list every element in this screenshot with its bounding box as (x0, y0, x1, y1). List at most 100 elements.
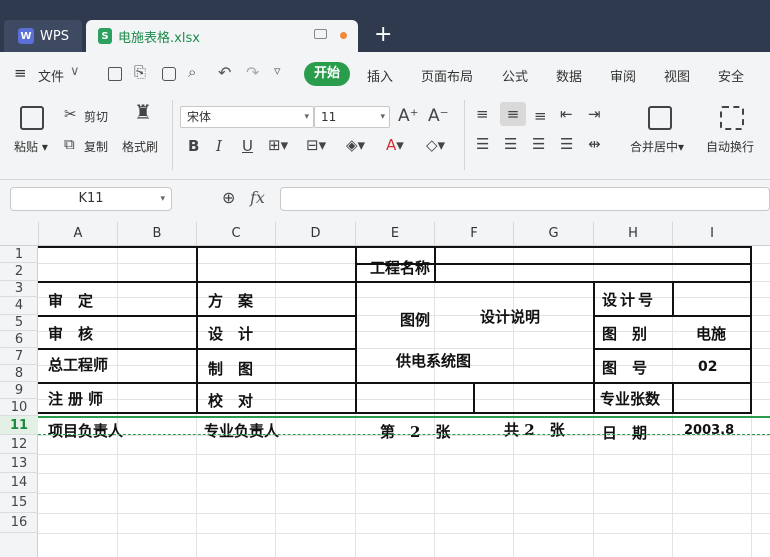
row-header[interactable]: 10 (0, 399, 38, 416)
cut-button[interactable]: 剪切 (84, 108, 108, 125)
clear-format-icon[interactable]: ◇▾ (426, 137, 445, 153)
row-header[interactable]: 13 (0, 454, 38, 473)
decrease-indent-icon[interactable]: ⇤ (560, 106, 573, 122)
column-header[interactable]: C (196, 222, 275, 246)
column-header[interactable]: I (672, 222, 751, 246)
tab-home[interactable]: 开始 (304, 62, 350, 86)
merge-cells-icon[interactable] (648, 106, 672, 130)
font-name-select[interactable]: 宋体 ▾ (180, 106, 314, 128)
row-header[interactable]: 9 (0, 382, 38, 399)
bold-icon[interactable]: B (188, 138, 199, 154)
wrap-text-button[interactable]: 自动换行 (706, 138, 754, 155)
scissors-icon[interactable]: ✂ (64, 106, 77, 122)
format-painter-button[interactable]: 格式刷 (122, 138, 158, 155)
row-header[interactable]: 3 (0, 281, 38, 297)
row-header-selected[interactable]: 11 (0, 416, 38, 435)
font-size-select[interactable]: 11 ▾ (314, 106, 390, 128)
undo-icon[interactable]: ↶ (218, 63, 231, 82)
drawing-number-value: 02 (698, 359, 718, 375)
monitor-icon[interactable] (314, 29, 327, 39)
tab-page-layout[interactable]: 页面布局 (421, 66, 473, 85)
gridline (434, 246, 435, 557)
tab-data[interactable]: 数据 (556, 66, 582, 85)
print-preview-icon[interactable]: ⌕ (188, 63, 196, 81)
chief-engineer-label: 总工程师 (48, 356, 109, 374)
column-header[interactable]: F (434, 222, 513, 246)
paste-button[interactable]: 粘贴 ▾ (14, 138, 48, 155)
tab-view[interactable]: 视图 (664, 66, 690, 85)
ribbon: 粘贴 ▾ ✂ 剪切 ⧉ 复制 ♜ 格式刷 宋体 ▾ 11 ▾ A⁺ A⁻ B I U… (0, 94, 770, 180)
tab-security[interactable]: 安全 (718, 66, 744, 85)
wrap-text-icon[interactable] (720, 106, 744, 130)
row-header[interactable]: 6 (0, 331, 38, 348)
column-header[interactable]: D (275, 222, 355, 246)
row-header[interactable]: 7 (0, 348, 38, 365)
align-bottom-icon[interactable]: ≡ (534, 108, 547, 124)
increase-indent-icon[interactable]: ⇥ (588, 106, 601, 122)
chevron-down-icon[interactable]: ∨ (70, 64, 80, 79)
brush-icon[interactable]: ♜ (134, 102, 152, 122)
row-header[interactable]: 1 (0, 246, 38, 263)
print-icon[interactable] (162, 67, 176, 81)
copy-icon[interactable]: ⧉ (64, 136, 75, 152)
save-icon[interactable] (108, 67, 122, 81)
row-header[interactable]: 12 (0, 435, 38, 454)
file-tab[interactable]: S 电施表格.xlsx (86, 20, 358, 52)
align-center-icon[interactable]: ☰ (504, 136, 517, 152)
border-line (38, 246, 750, 248)
ribbon-divider (172, 100, 173, 170)
align-right-icon[interactable]: ☰ (532, 136, 545, 152)
registered-engineer-label: 注册师 (48, 390, 109, 408)
column-header[interactable]: G (513, 222, 593, 246)
row-header[interactable]: 15 (0, 493, 38, 513)
row-header[interactable]: 4 (0, 297, 38, 315)
increase-font-icon[interactable]: A⁺ (398, 108, 419, 125)
merge-center-button[interactable]: 合并居中▾ (630, 138, 684, 155)
row-header[interactable]: 16 (0, 513, 38, 533)
tab-formulas[interactable]: 公式 (502, 66, 528, 85)
formula-input[interactable] (280, 187, 770, 211)
unsaved-dot-icon (340, 32, 347, 39)
file-menu[interactable]: 文件 (38, 66, 64, 85)
tab-review[interactable]: 审阅 (610, 66, 636, 85)
redo-icon[interactable]: ↷ (246, 63, 259, 82)
customize-toolbar-icon[interactable]: ▿ (274, 64, 281, 79)
gridline (38, 454, 770, 455)
underline-icon[interactable]: U (242, 138, 253, 154)
align-left-icon[interactable]: ☰ (476, 136, 489, 152)
justify-icon[interactable]: ☰ (560, 136, 573, 152)
row-header[interactable]: 2 (0, 263, 38, 281)
row-header[interactable]: 5 (0, 315, 38, 331)
align-top-icon[interactable]: ≡ (476, 106, 489, 122)
cell-grid[interactable]: 工程名称 审 定 审 核 总工程师 注册师 项目负责人 方 案 设 计 制 图 … (38, 246, 770, 557)
align-middle-icon[interactable]: ≡ (500, 102, 526, 126)
select-all-corner[interactable] (0, 222, 38, 246)
column-header[interactable]: E (355, 222, 434, 246)
row-header[interactable]: 14 (0, 473, 38, 493)
selected-row-highlight (38, 416, 770, 435)
italic-icon[interactable]: I (216, 138, 222, 154)
borders-icon[interactable]: ⊞▾ (268, 137, 288, 153)
copy-button[interactable]: 复制 (84, 138, 108, 155)
export-pdf-icon[interactable]: ⎘ (134, 63, 146, 81)
name-box[interactable]: K11 ▾ (10, 187, 172, 211)
column-header[interactable]: B (117, 222, 196, 246)
paste-icon[interactable] (20, 106, 44, 130)
zoom-search-icon[interactable]: ⊕ (222, 190, 235, 206)
cell-style-icon[interactable]: ⊟▾ (306, 137, 326, 153)
gridline (38, 473, 770, 474)
function-icon[interactable]: fx (250, 188, 265, 207)
new-tab-button[interactable]: + (374, 24, 392, 46)
font-color-icon[interactable]: A▾ (386, 137, 404, 153)
fill-color-icon[interactable]: ◈▾ (346, 137, 365, 153)
hamburger-icon[interactable]: ≡ (14, 64, 27, 82)
drafting-label: 制 图 (208, 360, 254, 378)
row-header[interactable]: 8 (0, 365, 38, 382)
distribute-icon[interactable]: ⇹ (588, 136, 601, 152)
column-header[interactable]: A (38, 222, 117, 246)
proofread-label: 校 对 (208, 392, 254, 410)
tab-insert[interactable]: 插入 (367, 66, 393, 85)
decrease-font-icon[interactable]: A⁻ (428, 108, 449, 125)
wps-home-tab[interactable]: W WPS (4, 20, 82, 52)
column-header[interactable]: H (593, 222, 672, 246)
